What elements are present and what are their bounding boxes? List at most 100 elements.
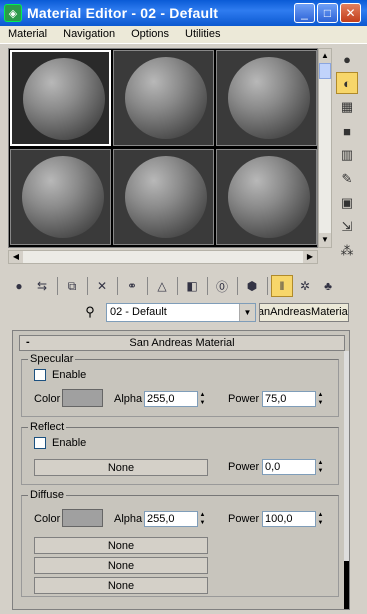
go-forward-icon[interactable]: ✲ — [294, 275, 316, 297]
menu-bar: Material Navigation Options Utilities — [0, 26, 367, 44]
menu-material[interactable]: Material — [0, 26, 55, 43]
slots-vertical-scrollbar[interactable]: ▲ ▼ — [318, 48, 332, 248]
material-id-icon[interactable]: ◧ — [181, 275, 203, 297]
get-material-icon[interactable]: ● — [8, 275, 30, 297]
specular-enable-row[interactable]: Enable — [34, 369, 86, 381]
diffuse-power-spinner[interactable]: 100,0 ▲ ▼ — [262, 511, 325, 527]
specular-power-spinner[interactable]: 75,0 ▲ ▼ — [262, 391, 325, 407]
rollout-header[interactable]: - San Andreas Material — [19, 335, 345, 351]
title-bar: ◈ Material Editor - 02 - Default _ □ ✕ — [0, 0, 367, 26]
reflect-power-spinner[interactable]: 0,0 ▲ ▼ — [262, 459, 325, 475]
maximize-button[interactable]: □ — [317, 3, 338, 23]
sample-sphere — [228, 57, 310, 139]
spinner-up-icon[interactable]: ▲ — [198, 511, 207, 519]
close-icon: ✕ — [345, 6, 356, 20]
spinner-up-icon[interactable]: ▲ — [198, 391, 207, 399]
spinner-up-icon[interactable]: ▲ — [316, 511, 325, 519]
select-by-material-icon[interactable]: ⇲ — [336, 216, 358, 238]
reflect-enable-checkbox[interactable] — [34, 437, 46, 449]
menu-options[interactable]: Options — [123, 26, 177, 43]
diffuse-alpha-spinner[interactable]: 255,0 ▲ ▼ — [144, 511, 207, 527]
go-to-parent-icon[interactable]: ‖ — [271, 275, 293, 297]
assign-to-selection-icon[interactable]: ⧉ — [61, 275, 83, 297]
specular-enable-checkbox[interactable] — [34, 369, 46, 381]
reflect-label: Reflect — [28, 421, 67, 433]
specular-power-label: Power — [228, 393, 260, 405]
pick-material-icon[interactable]: ⚲ — [80, 302, 100, 322]
sample-slot-6[interactable] — [216, 149, 317, 245]
diffuse-group: Diffuse Color Alpha 255,0 ▲ ▼ Power 100,0… — [21, 489, 339, 597]
reflect-power-field[interactable]: 0,0 — [262, 459, 316, 475]
menu-utilities[interactable]: Utilities — [177, 26, 228, 43]
reflect-enable-row[interactable]: Enable — [34, 437, 86, 449]
material-name-select[interactable]: 02 - Default ▼ — [106, 302, 256, 322]
diffuse-color-swatch[interactable] — [62, 509, 103, 527]
diffuse-power-field[interactable]: 100,0 — [262, 511, 316, 527]
show-map-icon[interactable]: ⓪ — [211, 275, 233, 297]
reset-map-icon[interactable]: ✕ — [91, 275, 113, 297]
menu-navigation[interactable]: Navigation — [55, 26, 123, 43]
scroll-up-icon[interactable]: ▲ — [319, 49, 331, 63]
backlight-icon[interactable]: ◐ — [336, 72, 358, 94]
put-to-scene-icon[interactable]: ⇆ — [31, 275, 53, 297]
specular-color-swatch[interactable] — [62, 389, 103, 407]
spinner-down-icon[interactable]: ▼ — [316, 519, 325, 527]
specular-alpha-spinner[interactable]: 255,0 ▲ ▼ — [144, 391, 207, 407]
diffuse-map-button-3[interactable]: None — [34, 577, 208, 594]
spinner-down-icon[interactable]: ▼ — [198, 519, 207, 527]
spinner-down-icon[interactable]: ▼ — [316, 467, 325, 475]
material-navigator-icon[interactable]: ⁂ — [336, 240, 358, 262]
reflect-map-button[interactable]: None — [34, 459, 208, 476]
make-preview-icon[interactable]: ✎ — [336, 168, 358, 190]
panel-scroll-thumb[interactable] — [344, 561, 349, 609]
diffuse-alpha-field[interactable]: 255,0 — [144, 511, 198, 527]
sample-slot-2[interactable] — [113, 50, 214, 146]
rollout-title: San Andreas Material — [129, 337, 235, 349]
collapse-icon[interactable]: - — [26, 336, 30, 348]
slots-horizontal-scrollbar[interactable]: ◀ ▶ — [8, 250, 318, 264]
diffuse-map-button-1[interactable]: None — [34, 537, 208, 554]
specular-color-label: Color — [34, 393, 61, 405]
toolbar-separator — [147, 277, 148, 295]
material-name-value: 02 - Default — [110, 306, 167, 318]
show-end-result-icon[interactable]: ⬢ — [241, 275, 263, 297]
specular-enable-label: Enable — [52, 369, 87, 381]
specular-power-field[interactable]: 75,0 — [262, 391, 316, 407]
specular-alpha-label: Alpha — [114, 393, 143, 405]
sample-slot-3[interactable] — [216, 50, 317, 146]
spinner-down-icon[interactable]: ▼ — [198, 399, 207, 407]
window-title: Material Editor - 02 - Default — [27, 5, 219, 21]
sample-sphere — [23, 58, 105, 140]
panel-scrollbar[interactable] — [344, 351, 349, 609]
uv-tiling-icon[interactable]: ■ — [336, 120, 358, 142]
minimize-button[interactable]: _ — [294, 3, 315, 23]
video-color-check-icon[interactable]: ▥ — [336, 144, 358, 166]
sample-slot-4[interactable] — [10, 149, 111, 245]
sample-slot-1[interactable] — [10, 50, 111, 146]
scroll-left-icon[interactable]: ◀ — [9, 251, 23, 263]
chevron-down-icon[interactable]: ▼ — [239, 303, 255, 321]
diffuse-alpha-label: Alpha — [114, 513, 143, 525]
scroll-thumb[interactable] — [319, 63, 331, 79]
close-button[interactable]: ✕ — [340, 3, 361, 23]
app-icon: ◈ — [4, 4, 22, 22]
spinner-up-icon[interactable]: ▲ — [316, 459, 325, 467]
scroll-down-icon[interactable]: ▼ — [319, 233, 331, 247]
sample-type-icon[interactable]: ● — [336, 48, 358, 70]
material-type-button[interactable]: anAndreasMaterial — [259, 302, 349, 322]
spinner-up-icon[interactable]: ▲ — [316, 391, 325, 399]
background-icon[interactable]: ▦ — [336, 96, 358, 118]
specular-alpha-field[interactable]: 255,0 — [144, 391, 198, 407]
spinner-down-icon[interactable]: ▼ — [316, 399, 325, 407]
scroll-right-icon[interactable]: ▶ — [303, 251, 317, 263]
options-icon[interactable]: ▣ — [336, 192, 358, 214]
sample-slots-area — [8, 48, 318, 248]
toolbar-separator — [267, 277, 268, 295]
side-toolbar: ● ◐ ▦ ■ ▥ ✎ ▣ ⇲ ⁂ — [336, 48, 360, 264]
diffuse-map-button-2[interactable]: None — [34, 557, 208, 574]
make-unique-icon[interactable]: ⚭ — [121, 275, 143, 297]
go-to-sibling-icon[interactable]: ♣ — [317, 275, 339, 297]
diffuse-label: Diffuse — [28, 489, 67, 501]
put-to-library-icon[interactable]: △ — [151, 275, 173, 297]
sample-slot-5[interactable] — [113, 149, 214, 245]
